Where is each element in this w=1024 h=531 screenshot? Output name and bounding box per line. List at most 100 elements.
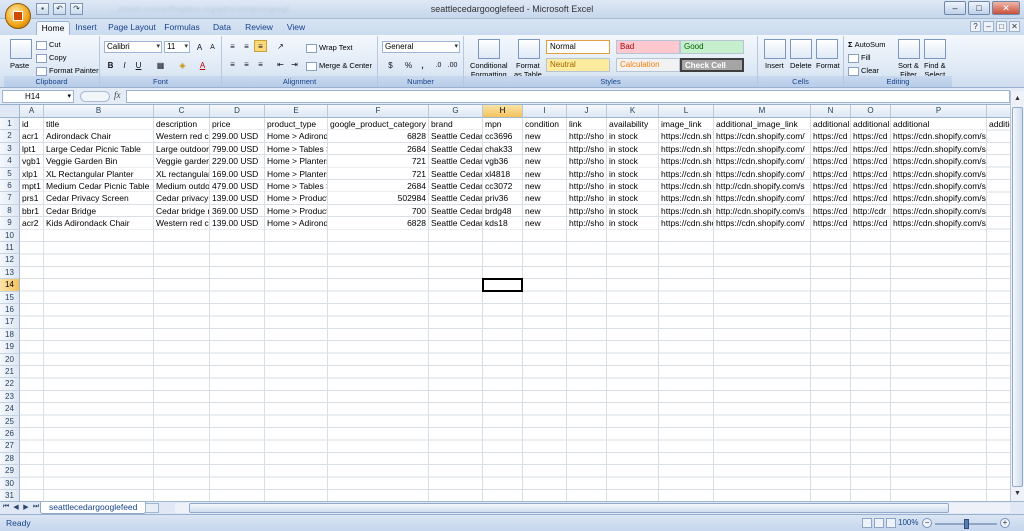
row-header-27[interactable]: 27 [0, 440, 20, 453]
row-header-8[interactable]: 8 [0, 204, 20, 218]
data-cell[interactable]: https://cd [851, 130, 890, 142]
data-cell[interactable]: http://sho [567, 192, 606, 204]
column-header-n[interactable]: N [811, 105, 851, 118]
clear-button[interactable]: Clear [848, 66, 879, 76]
header-cell[interactable]: description [154, 118, 209, 130]
formula-buttons[interactable] [80, 91, 110, 102]
row-header-13[interactable]: 13 [0, 266, 20, 280]
format-as-table-icon[interactable] [518, 39, 540, 59]
grow-font-button[interactable]: A [193, 41, 206, 53]
header-cell[interactable]: additional [851, 118, 890, 130]
wrap-text-button[interactable]: Wrap Text [306, 43, 353, 53]
insert-function-icon[interactable]: fx [114, 90, 121, 100]
data-cell[interactable]: in stock [607, 130, 658, 142]
data-cell[interactable]: https://cdn.shopify.com/s/files- [891, 180, 986, 192]
row-header-26[interactable]: 26 [0, 428, 20, 441]
first-sheet-icon[interactable]: ⏮ [2, 503, 10, 511]
data-cell[interactable]: https://cdn.sh [659, 155, 713, 167]
data-cell[interactable]: new [523, 192, 566, 204]
worksheet-grid[interactable]: ABCDEFGHIJKLMNOPQR1234567891011121314151… [0, 105, 1010, 501]
data-cell[interactable]: in stock [607, 180, 658, 192]
font-name-dropdown[interactable]: Calibri [104, 41, 162, 53]
data-cell[interactable]: new [523, 217, 566, 229]
data-cell[interactable]: 139.00 USD [210, 217, 264, 229]
merge-center-button[interactable]: Merge & Center [306, 61, 372, 71]
data-cell[interactable]: Home > Planters [265, 167, 327, 179]
data-cell[interactable]: Home > Tables > [265, 142, 327, 155]
header-cell[interactable]: product_type [265, 118, 327, 130]
format-cells-icon[interactable] [816, 39, 838, 59]
data-cell[interactable]: vgb36 [483, 155, 522, 167]
style-calculation[interactable]: Calculation [616, 58, 680, 72]
data-cell[interactable]: https://cdn.shopify.com/ [714, 155, 810, 167]
redo-icon[interactable]: ↷ [70, 3, 83, 15]
minimize-icon[interactable]: – [944, 1, 966, 15]
italic-button[interactable]: I [118, 59, 131, 71]
vertical-scrollbar[interactable]: ▲ ▼ [1010, 91, 1024, 501]
sheet-tab[interactable]: seattlecedargooglefeed [40, 502, 147, 514]
data-cell[interactable]: https://cdn.shopify.com/s/files- [891, 204, 986, 217]
data-cell[interactable]: https://cdn.sho [659, 217, 713, 229]
header-cell[interactable]: id [20, 118, 43, 130]
font-color-button[interactable]: A [196, 59, 209, 71]
data-cell[interactable]: lpt1 [20, 142, 43, 155]
data-cell[interactable]: in stock [607, 204, 658, 217]
close-icon[interactable]: ✕ [992, 1, 1020, 15]
paste-button[interactable]: Paste [10, 61, 29, 70]
row-header-5[interactable]: 5 [0, 167, 20, 180]
data-cell[interactable]: in stock [607, 155, 658, 167]
sort-filter-icon[interactable] [898, 39, 920, 59]
row-header-31[interactable]: 31 [0, 490, 20, 501]
data-cell[interactable]: http://cdn.shopify.com/s [714, 204, 810, 217]
increase-decimal-icon[interactable]: .0 [432, 59, 445, 71]
data-cell[interactable]: https://cd [811, 130, 850, 142]
style-check-cell[interactable]: Check Cell [680, 58, 744, 72]
data-cell[interactable]: Seattle Cedar [429, 180, 482, 192]
last-sheet-icon[interactable]: ⏭ [32, 503, 40, 511]
column-header-a[interactable]: A [20, 105, 44, 118]
column-header-b[interactable]: B [44, 105, 154, 118]
zoom-knob[interactable] [964, 519, 969, 529]
data-cell[interactable]: Cedar Bridge [44, 204, 153, 217]
data-cell[interactable]: https://cd [851, 217, 890, 229]
data-cell[interactable]: https://cdn.shopify.com/ [714, 130, 810, 142]
row-header-2[interactable]: 2 [0, 130, 20, 143]
row-header-24[interactable]: 24 [0, 403, 20, 416]
help-icon[interactable]: ? [970, 21, 981, 32]
data-cell[interactable]: Medium outdo [154, 180, 209, 192]
data-cell[interactable]: https://cdn.sh [659, 130, 713, 142]
normal-view-icon[interactable] [862, 518, 872, 528]
data-cell[interactable]: https://cd [851, 167, 890, 179]
data-cell[interactable]: Adirondack Chair [44, 130, 153, 142]
wb-restore-icon[interactable]: □ [996, 21, 1007, 32]
comma-button[interactable]: , [416, 59, 429, 71]
data-cell[interactable]: https://cd [811, 192, 850, 204]
data-cell[interactable]: xl4818 [483, 167, 522, 179]
autosum-button[interactable]: Σ AutoSum [848, 40, 885, 49]
data-cell[interactable]: in stock [607, 167, 658, 179]
column-header-g[interactable]: G [429, 105, 483, 118]
header-cell[interactable]: link [567, 118, 606, 130]
row-header-18[interactable]: 18 [0, 328, 20, 342]
data-cell[interactable]: https://cdn.sh [659, 180, 713, 192]
column-header-c[interactable]: C [154, 105, 210, 118]
data-cell[interactable]: http://cdr [851, 204, 890, 217]
page-break-view-icon[interactable] [886, 518, 896, 528]
scroll-down-icon[interactable]: ▼ [1012, 488, 1023, 499]
data-cell[interactable]: https://cd [851, 192, 890, 204]
row-header-30[interactable]: 30 [0, 477, 20, 490]
zoom-out-icon[interactable]: − [922, 518, 932, 528]
underline-button[interactable]: U [132, 59, 145, 71]
insert-cells-icon[interactable] [764, 39, 786, 59]
header-cell[interactable]: additional_image_link [987, 118, 1010, 130]
data-cell[interactable]: https://cdn.sh [659, 167, 713, 179]
data-cell[interactable]: 299.00 USD [210, 130, 264, 142]
header-cell[interactable]: availability [607, 118, 658, 130]
header-cell[interactable]: brand [429, 118, 482, 130]
data-cell[interactable]: mpt1 [20, 180, 43, 192]
data-cell[interactable]: in stock [607, 192, 658, 204]
data-cell[interactable]: 169.00 USD [210, 167, 264, 179]
data-cell[interactable]: https://cdn.shopify.com/s/files- [891, 130, 986, 142]
data-cell[interactable]: 721 [328, 167, 428, 179]
data-cell[interactable]: https://cdn.shopify.com/s/files- [891, 167, 986, 179]
